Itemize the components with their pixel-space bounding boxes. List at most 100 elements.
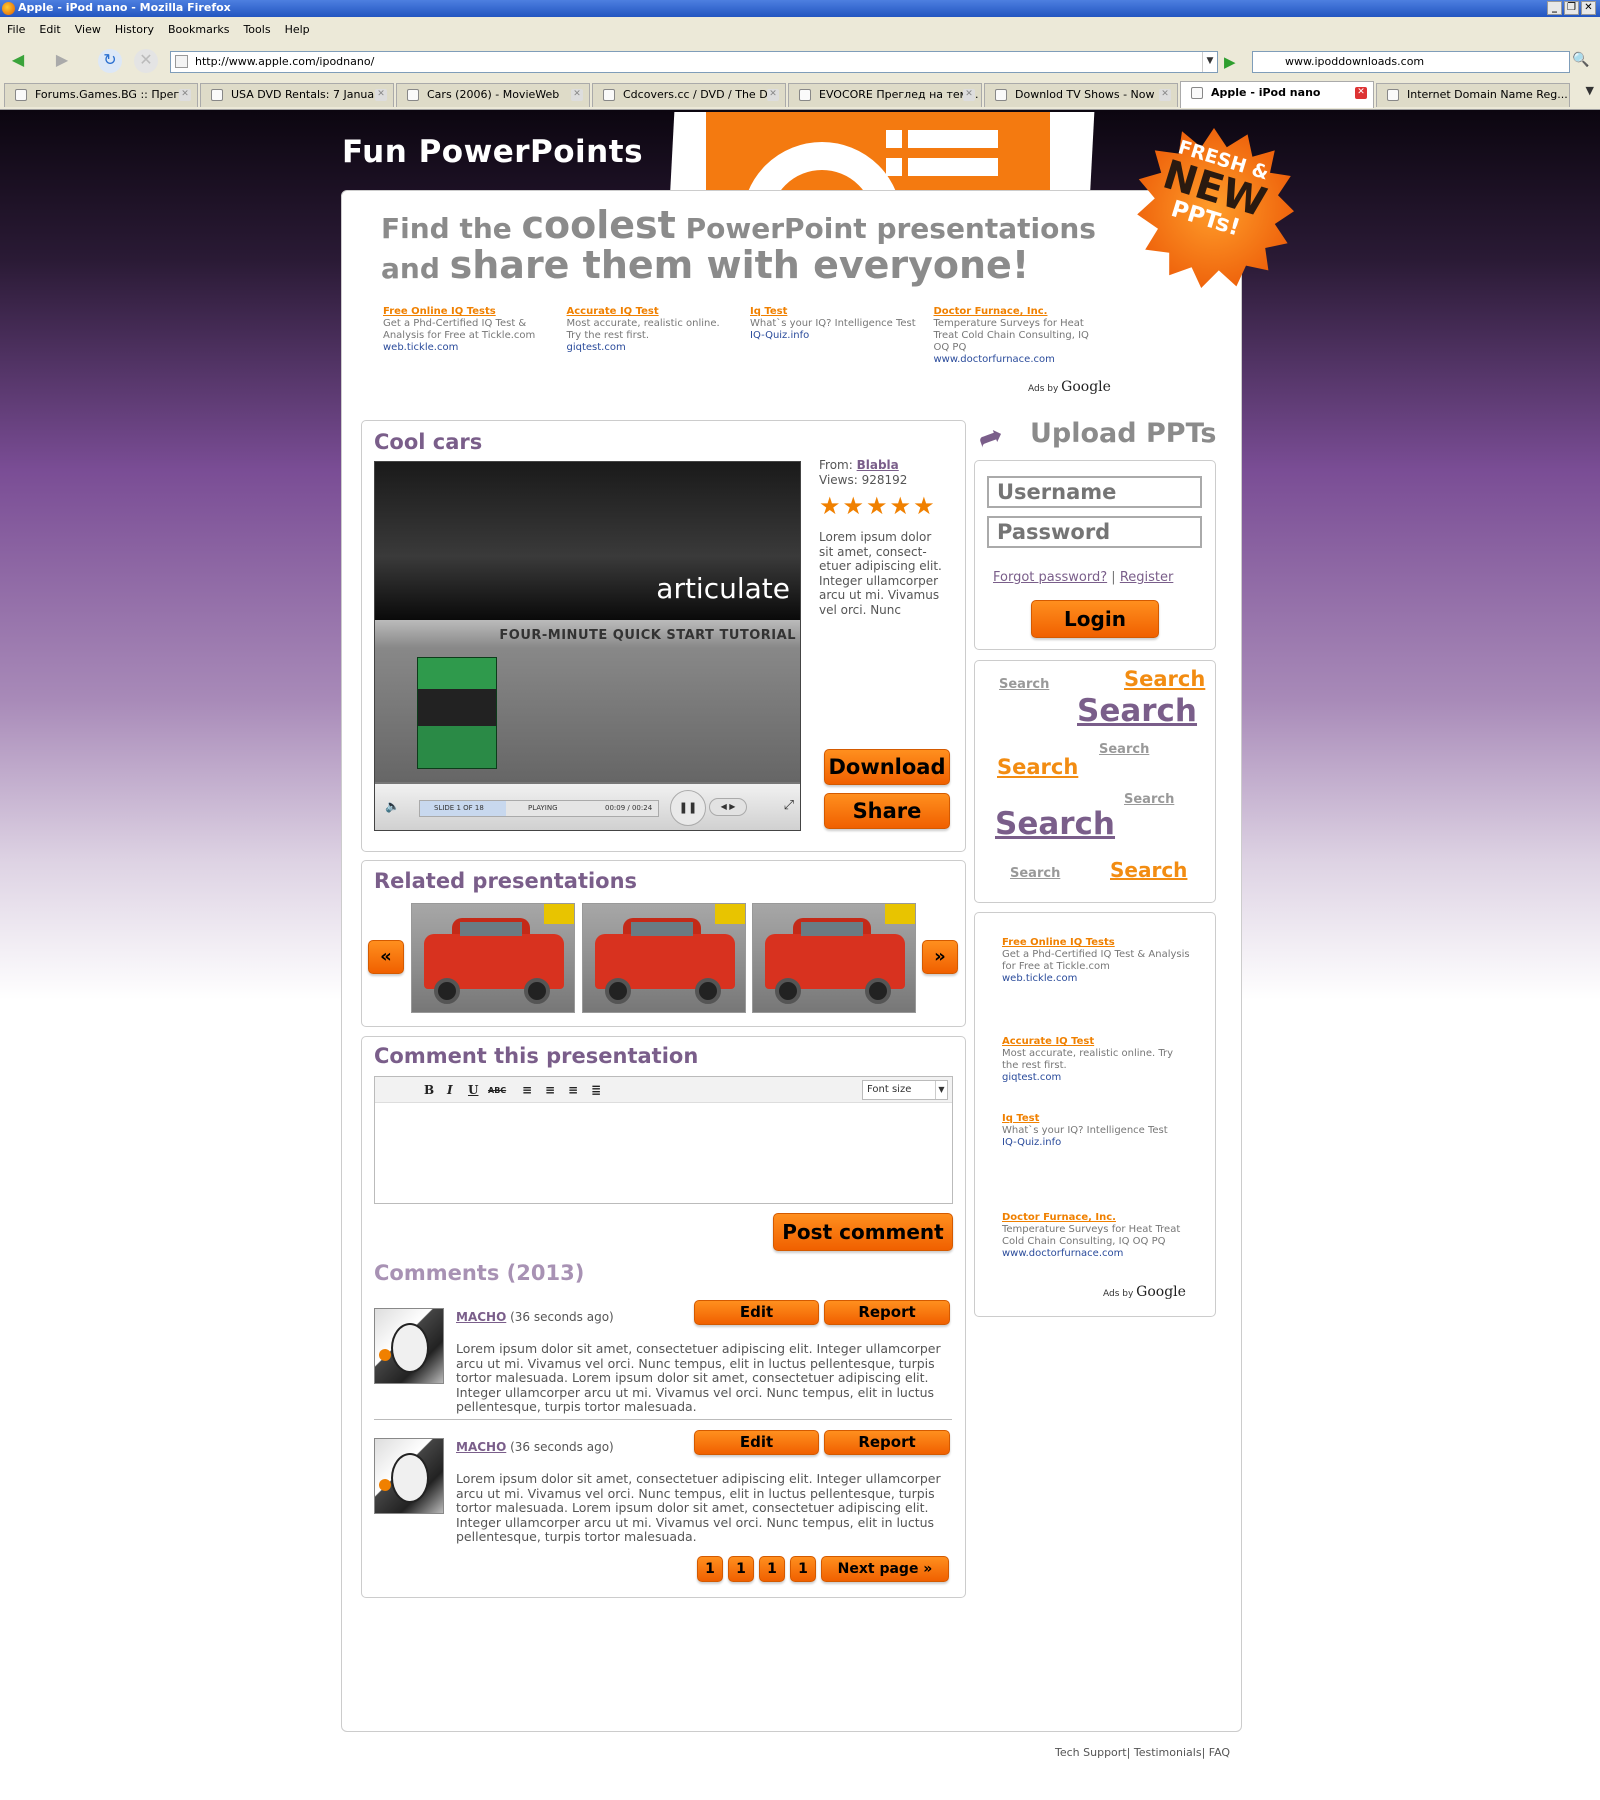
menu-history[interactable]: History — [108, 17, 161, 36]
avatar[interactable] — [374, 1308, 444, 1384]
ad-url[interactable]: giqtest.com — [1002, 1072, 1192, 1084]
ad-url[interactable]: IQ-Quiz.info — [750, 330, 920, 342]
tab-domain-name[interactable]: Internet Domain Name Reg... — [1376, 83, 1570, 107]
tab-forums[interactable]: Forums.Games.BG :: Прег... ✕ — [4, 83, 198, 107]
menu-edit[interactable]: Edit — [32, 17, 67, 36]
tab-cdcovers[interactable]: Cdcovers.cc / DVD / The D... ✕ — [592, 83, 786, 107]
related-thumbnail[interactable] — [411, 903, 575, 1013]
page-link[interactable]: 1 — [697, 1556, 723, 1582]
report-comment-button[interactable]: Report — [824, 1430, 950, 1455]
tab-close-icon[interactable]: ✕ — [179, 89, 191, 101]
fullscreen-icon[interactable]: ⤢ — [784, 798, 794, 813]
comment-editor[interactable]: B I U ABC ≡ ≡ ≡ ≣ Font size ▼ — [374, 1076, 953, 1204]
ad-title-link[interactable]: Free Online IQ Tests — [1002, 937, 1192, 949]
close-button[interactable]: ✕ — [1581, 1, 1596, 15]
testimonials-link[interactable]: Testimonials — [1134, 1746, 1202, 1759]
tab-apple-ipod-nano[interactable]: Apple - iPod nano ✕ — [1180, 81, 1374, 108]
search-tag[interactable]: Search — [997, 755, 1078, 779]
maximize-button[interactable]: ❐ — [1564, 1, 1579, 15]
tab-close-icon[interactable]: ✕ — [571, 89, 583, 101]
page-link[interactable]: 1 — [759, 1556, 785, 1582]
password-field[interactable] — [987, 516, 1202, 548]
tab-cars-movieweb[interactable]: Cars (2006) - MovieWeb ✕ — [396, 83, 590, 107]
tab-close-icon[interactable]: ✕ — [963, 89, 975, 101]
search-icon[interactable]: 🔍 — [1572, 52, 1589, 68]
go-icon[interactable]: ▶ — [1224, 53, 1236, 71]
username-field[interactable] — [987, 476, 1202, 508]
edit-comment-button[interactable]: Edit — [694, 1300, 819, 1325]
star-icon[interactable]: ★ — [913, 494, 935, 518]
url-history-dropdown[interactable]: ▼ — [1202, 52, 1217, 72]
star-rating[interactable]: ★ ★ ★ ★ ★ — [819, 494, 954, 518]
strikethrough-icon[interactable]: ABC — [488, 1086, 506, 1095]
ads-by-google[interactable]: Ads by Google — [1103, 1284, 1186, 1300]
menu-view[interactable]: View — [68, 17, 108, 36]
faq-link[interactable]: FAQ — [1209, 1746, 1230, 1759]
ad-title-link[interactable]: Accurate IQ Test — [567, 306, 737, 318]
star-icon[interactable]: ★ — [890, 494, 912, 518]
star-icon[interactable]: ★ — [866, 494, 888, 518]
prev-next-slide-icon[interactable]: ◀ ▶ — [709, 798, 747, 816]
related-thumbnail[interactable] — [582, 903, 746, 1013]
justify-icon[interactable]: ≣ — [591, 1083, 601, 1097]
ad-url[interactable]: IQ-Quiz.info — [1002, 1137, 1192, 1149]
search-tag[interactable]: Search — [1010, 866, 1060, 881]
star-icon[interactable]: ★ — [843, 494, 865, 518]
italic-icon[interactable]: I — [447, 1083, 453, 1097]
report-comment-button[interactable]: Report — [824, 1300, 950, 1325]
ad-title-link[interactable]: Free Online IQ Tests — [383, 306, 553, 318]
stop-icon[interactable]: ✕ — [134, 49, 158, 73]
search-tag[interactable]: Search — [1077, 693, 1197, 729]
tab-close-icon[interactable]: ✕ — [767, 89, 779, 101]
avatar[interactable] — [374, 1438, 444, 1514]
search-tag[interactable]: Search — [1099, 742, 1149, 757]
star-icon[interactable]: ★ — [819, 494, 841, 518]
back-icon[interactable]: ◀ — [6, 49, 30, 73]
page-link[interactable]: 1 — [728, 1556, 754, 1582]
ad-url[interactable]: web.tickle.com — [383, 342, 553, 354]
search-tag[interactable]: Search — [1124, 792, 1174, 807]
search-tag[interactable]: Search — [999, 677, 1049, 692]
tab-tv-shows[interactable]: Downlod TV Shows - Now ✕ — [984, 83, 1178, 107]
align-left-icon[interactable]: ≡ — [522, 1083, 532, 1097]
ad-url[interactable]: www.doctorfurnace.com — [934, 354, 1104, 366]
tech-support-link[interactable]: Tech Support — [1055, 1746, 1127, 1759]
menu-tools[interactable]: Tools — [236, 17, 277, 36]
comment-author-link[interactable]: MACHO — [456, 1310, 506, 1324]
presentation-player[interactable]: articulate FOUR-MINUTE QUICK START TUTOR… — [374, 461, 801, 831]
ad-title-link[interactable]: Iq Test — [1002, 1113, 1192, 1125]
author-link[interactable]: Blabla — [857, 458, 899, 472]
related-next-button[interactable]: » — [922, 940, 958, 974]
menu-file[interactable]: File — [0, 17, 32, 36]
ads-by-google[interactable]: Ads by Google — [1028, 379, 1111, 395]
search-tag[interactable]: Search — [1110, 858, 1187, 882]
align-right-icon[interactable]: ≡ — [568, 1083, 578, 1097]
ad-title-link[interactable]: Doctor Furnace, Inc. — [934, 306, 1104, 318]
search-bar[interactable]: www.ipoddownloads.com — [1252, 51, 1570, 73]
edit-comment-button[interactable]: Edit — [694, 1430, 819, 1455]
site-title[interactable]: Fun PowerPoints — [342, 134, 643, 170]
menu-help[interactable]: Help — [278, 17, 317, 36]
download-button[interactable]: Download — [824, 749, 950, 785]
ad-url[interactable]: www.doctorfurnace.com — [1002, 1248, 1192, 1260]
ad-url[interactable]: giqtest.com — [567, 342, 737, 354]
align-center-icon[interactable]: ≡ — [545, 1083, 555, 1097]
tab-list-icon[interactable]: ▼ — [1586, 84, 1594, 97]
underline-icon[interactable]: U — [468, 1083, 478, 1097]
bold-icon[interactable]: B — [424, 1083, 434, 1097]
comment-author-link[interactable]: MACHO — [456, 1440, 506, 1454]
register-link[interactable]: Register — [1120, 570, 1174, 585]
menu-bookmarks[interactable]: Bookmarks — [161, 17, 236, 36]
login-button[interactable]: Login — [1031, 600, 1159, 638]
tab-close-icon[interactable]: ✕ — [1159, 89, 1171, 101]
minimize-button[interactable]: _ — [1547, 1, 1562, 15]
ad-url[interactable]: web.tickle.com — [1002, 973, 1192, 985]
pause-icon[interactable]: ❚❚ — [670, 790, 706, 826]
search-tag[interactable]: Search — [995, 806, 1115, 842]
post-comment-button[interactable]: Post comment — [773, 1213, 953, 1251]
ad-title-link[interactable]: Iq Test — [750, 306, 920, 318]
ad-title-link[interactable]: Doctor Furnace, Inc. — [1002, 1212, 1192, 1224]
progress-bar[interactable]: SLIDE 1 OF 18 PLAYING 00:09 / 00:24 — [419, 800, 659, 817]
search-tag[interactable]: Search — [1124, 667, 1205, 691]
next-page-button[interactable]: Next page » — [821, 1556, 949, 1582]
